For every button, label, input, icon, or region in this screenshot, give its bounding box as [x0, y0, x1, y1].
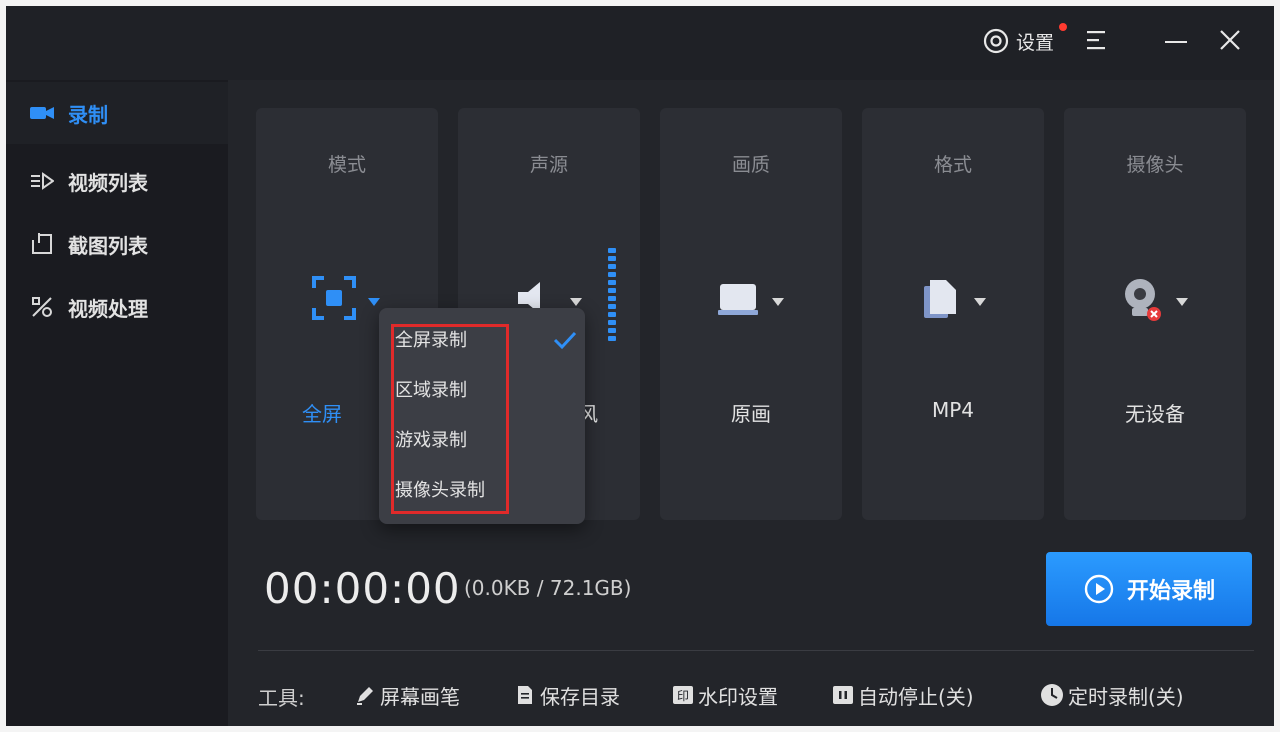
screen-pen-button[interactable]: 屏幕画笔: [354, 680, 460, 710]
chevron-down-icon[interactable]: [1176, 298, 1188, 306]
sidebar-item-record[interactable]: 录制: [6, 82, 228, 144]
fullscreen-icon: [312, 276, 356, 320]
sidebar-item-label: 截图列表: [68, 233, 148, 258]
card-title: 画质: [731, 154, 770, 176]
chevron-down-icon[interactable]: [570, 298, 582, 306]
tool-label: 定时录制(关): [1068, 684, 1184, 709]
scheduled-recording-button[interactable]: 定时录制(关): [1040, 680, 1184, 710]
video-list-icon: [31, 172, 54, 190]
card-title: 声源: [529, 154, 568, 176]
mode-dropdown: 全屏录制 区域录制 游戏录制 摄像头录制: [379, 308, 585, 524]
tool-label: 屏幕画笔: [380, 684, 460, 709]
start-recording-label: 开始录制: [1126, 579, 1215, 604]
webcam-card[interactable]: 摄像头 无设备: [1064, 108, 1246, 520]
save-directory-button[interactable]: 保存目录: [514, 680, 620, 710]
pen-icon: [357, 687, 373, 705]
monitor-icon: [718, 284, 758, 315]
sidebar-item-video-list[interactable]: 视频列表: [6, 150, 228, 212]
file-size-info: (0.0KB / 72.1GB): [464, 576, 632, 600]
close-icon[interactable]: [1218, 28, 1242, 52]
divider: [258, 650, 1254, 651]
tool-label: 自动停止(关): [858, 684, 974, 709]
chevron-down-icon[interactable]: [974, 298, 986, 306]
card-value: MP4: [931, 398, 975, 422]
play-icon: [1084, 574, 1114, 604]
main-panel: 模式 全屏 声源 风 画质 原画 格式 MP4 摄像头 无设备 全屏录制 区域录…: [228, 80, 1274, 726]
chevron-down-icon[interactable]: [368, 298, 380, 306]
minimize-icon[interactable]: [1164, 30, 1188, 54]
card-title: 摄像头: [1126, 154, 1184, 176]
screenshot-list-icon: [32, 233, 52, 254]
sidebar: 录制 视频列表 截图列表 视频处理: [6, 80, 228, 726]
title-bar: 设置: [6, 6, 1274, 80]
camera-icon: [30, 107, 54, 119]
card-title: 格式: [933, 154, 972, 176]
format-card[interactable]: 格式 MP4: [862, 108, 1044, 520]
tool-label: 保存目录: [540, 684, 620, 709]
tools-label: 工具:: [258, 686, 305, 710]
tool-label: 水印设置: [698, 684, 778, 709]
card-title: 模式: [327, 154, 366, 176]
sidebar-item-label: 录制: [68, 102, 108, 127]
volume-meter: [608, 248, 616, 344]
clock-icon: [1041, 684, 1063, 706]
settings-button[interactable]: 设置: [982, 23, 1067, 56]
recording-timer: 00:00:00: [264, 564, 461, 613]
svg-text:印: 印: [677, 689, 689, 703]
app-window: 设置 录制 视频列表 截图列表 视频处理 模式 全屏 声源 风 画质 原画 格式…: [6, 6, 1274, 726]
pause-icon: [833, 686, 853, 704]
sidebar-item-video-tools[interactable]: 视频处理: [6, 276, 228, 338]
chevron-down-icon[interactable]: [772, 298, 784, 306]
sidebar-item-label: 视频处理: [68, 296, 148, 321]
video-tools-icon: [32, 297, 52, 317]
start-recording-button[interactable]: 开始录制: [1046, 552, 1252, 626]
menu-icon[interactable]: [1086, 28, 1108, 52]
card-value: 原画: [731, 402, 771, 426]
sidebar-item-screenshot-list[interactable]: 截图列表: [6, 213, 228, 275]
webcam-icon: [1125, 279, 1161, 321]
auto-stop-button[interactable]: 自动停止(关): [832, 680, 974, 710]
quality-card[interactable]: 画质 原画: [660, 108, 842, 520]
file-icon: [924, 280, 956, 318]
settings-label: 设置: [1016, 31, 1055, 54]
notification-dot: [1059, 23, 1067, 31]
highlight-box: [391, 324, 509, 514]
watermark-settings-button[interactable]: 印 水印设置: [672, 680, 778, 710]
sidebar-item-label: 视频列表: [68, 170, 148, 195]
watermark-icon: 印: [673, 686, 693, 704]
card-value: 无设备: [1125, 402, 1185, 426]
folder-doc-icon: [518, 686, 532, 704]
settings-icon: [983, 28, 1009, 54]
check-icon: [553, 331, 577, 350]
